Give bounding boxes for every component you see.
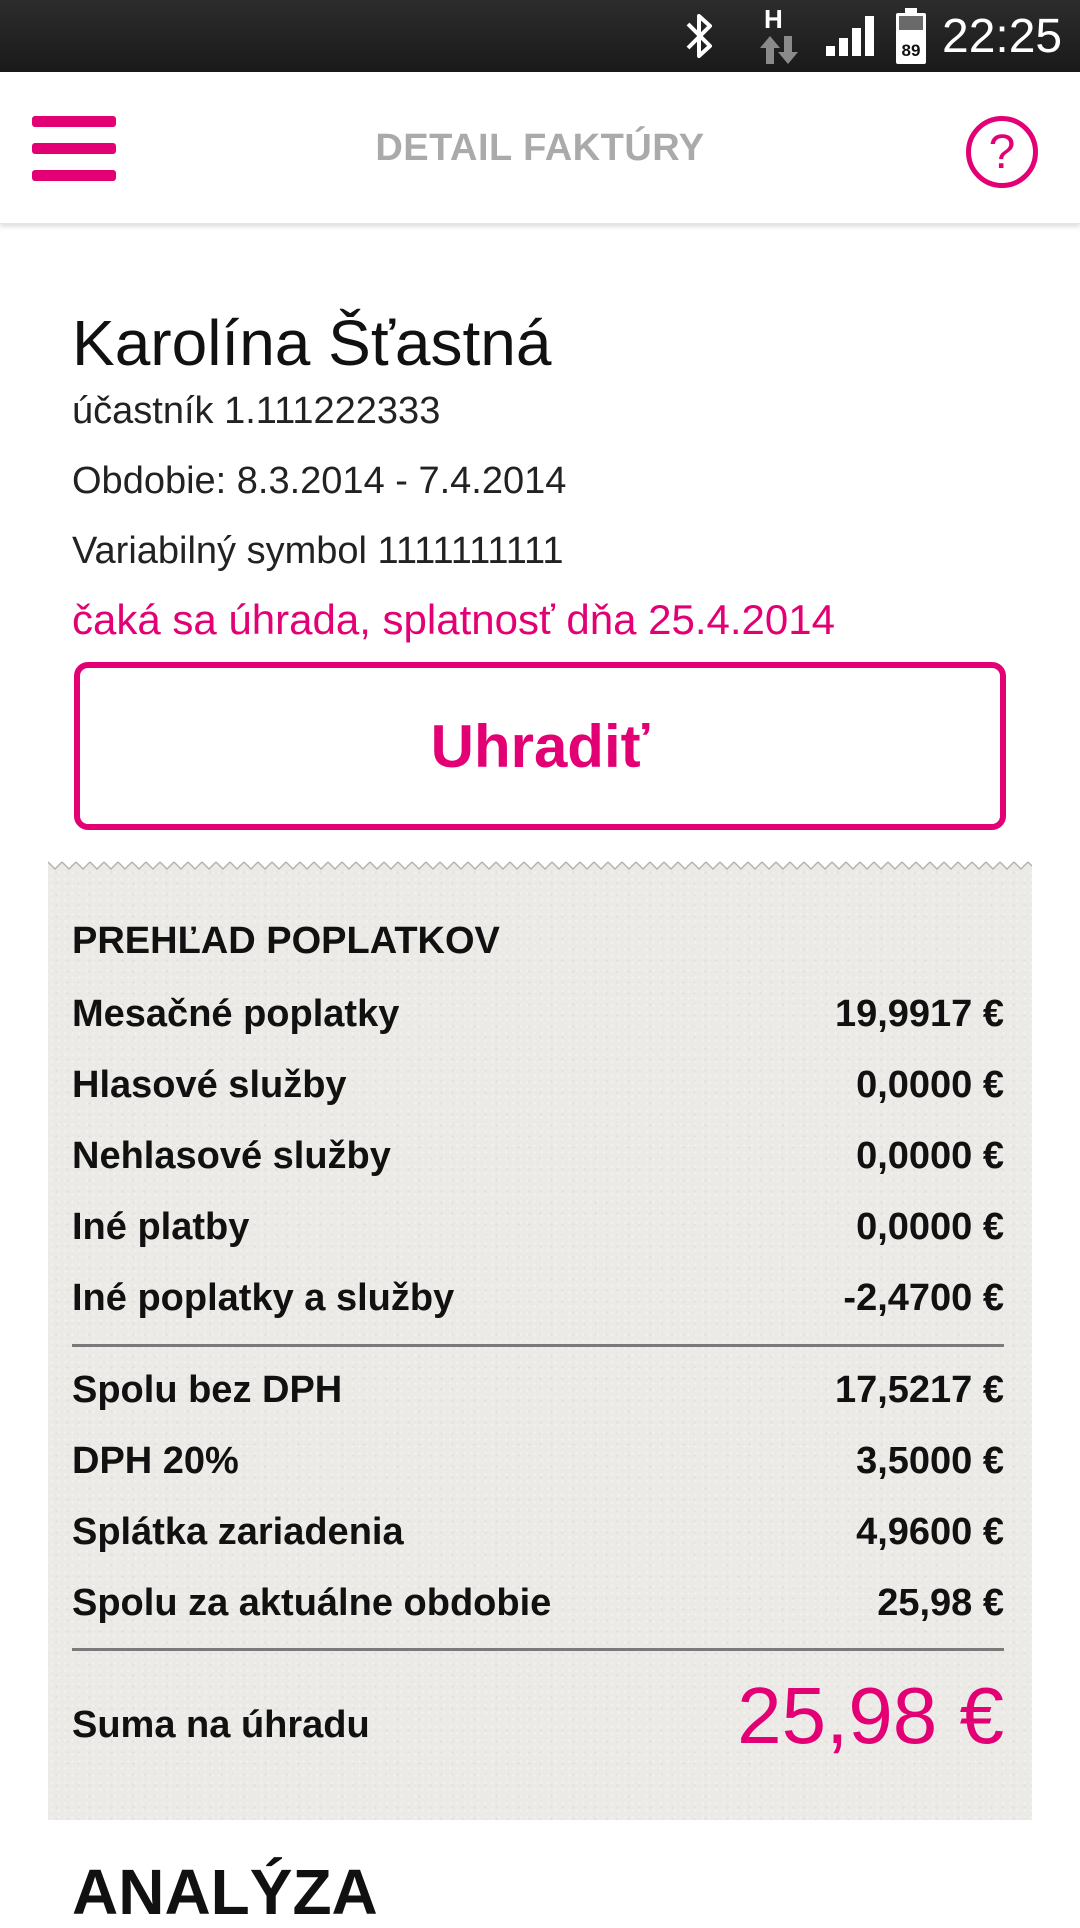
charge-row: Nehlasové služby 0,0000 €	[72, 1128, 1004, 1184]
help-question-icon[interactable]: ?	[966, 116, 1038, 188]
summary-label: DPH 20%	[72, 1439, 239, 1482]
app-bar: DETAIL FAKTÚRY ?	[0, 72, 1080, 224]
charge-row: Iné poplatky a služby -2,4700 €	[72, 1270, 1004, 1326]
variable-symbol: Variabilný symbol 1111111111	[72, 530, 564, 572]
payment-status: čaká sa úhrada, splatnosť dňa 25.4.2014	[72, 596, 835, 643]
participant-number: účastník 1.111222333	[72, 390, 441, 432]
clock-time: 22:25	[942, 9, 1063, 63]
summary-row: DPH 20% 3,5000 €	[72, 1433, 1004, 1489]
total-due-label: Suma na úhradu	[72, 1704, 370, 1746]
summary-value: 4,9600 €	[856, 1510, 1004, 1553]
charge-label: Iné platby	[72, 1205, 250, 1248]
charge-row: Mesačné poplatky 19,9917 €	[72, 986, 1004, 1042]
summary-label: Spolu za aktuálne obdobie	[72, 1581, 552, 1624]
battery-icon: 89	[896, 0, 930, 72]
overview-title: PREHĽAD POPLATKOV	[72, 920, 500, 962]
charge-value: 0,0000 €	[856, 1205, 1004, 1248]
charge-value: -2,4700 €	[843, 1276, 1004, 1319]
analysis-heading: ANALÝZA	[72, 1856, 378, 1928]
summary-value: 3,5000 €	[856, 1439, 1004, 1482]
charges-overview-panel: PREHĽAD POPLATKOV Mesačné poplatky 19,99…	[48, 856, 1032, 1820]
divider	[72, 1344, 1004, 1347]
charge-value: 0,0000 €	[856, 1134, 1004, 1177]
network-type-label: H	[764, 4, 783, 34]
summary-row: Spolu bez DPH 17,5217 €	[72, 1362, 1004, 1418]
summary-label: Spolu bez DPH	[72, 1368, 343, 1411]
pay-button[interactable]: Uhradiť	[74, 662, 1006, 830]
charge-row: Hlasové služby 0,0000 €	[72, 1057, 1004, 1113]
summary-row: Splátka zariadenia 4,9600 €	[72, 1504, 1004, 1560]
battery-level-label: 89	[902, 41, 921, 60]
charge-row: Iné platby 0,0000 €	[72, 1199, 1004, 1255]
summary-label: Splátka zariadenia	[72, 1510, 404, 1553]
total-due-amount: 25,98 €	[737, 1671, 1004, 1760]
charge-label: Mesačné poplatky	[72, 992, 400, 1035]
billing-period: Obdobie: 8.3.2014 - 7.4.2014	[72, 460, 567, 502]
summary-row: Spolu za aktuálne obdobie 25,98 €	[72, 1575, 1004, 1631]
charge-value: 19,9917 €	[834, 992, 1004, 1035]
receipt-zigzag-edge	[48, 856, 1032, 876]
summary-value: 17,5217 €	[834, 1368, 1004, 1411]
page-title: DETAIL FAKTÚRY	[375, 126, 705, 169]
data-arrows-icon: H	[752, 0, 808, 72]
charge-label: Hlasové služby	[72, 1063, 347, 1106]
charge-label: Iné poplatky a služby	[72, 1276, 455, 1319]
charge-label: Nehlasové služby	[72, 1134, 391, 1177]
bluetooth-icon	[680, 0, 728, 72]
status-bar: H 89 22:25	[0, 0, 1080, 72]
charge-value: 0,0000 €	[856, 1063, 1004, 1106]
customer-name: Karolína Šťastná	[72, 307, 552, 379]
divider	[72, 1648, 1004, 1651]
signal-icon	[824, 0, 884, 72]
summary-value: 25,98 €	[877, 1581, 1004, 1624]
